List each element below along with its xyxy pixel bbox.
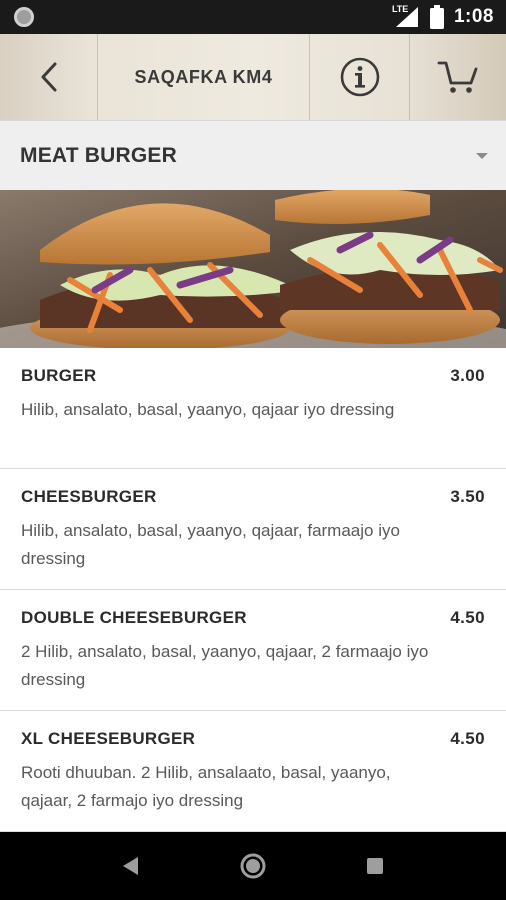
item-description: Hilib, ansalato, basal, yaanyo, qajaar, …: [21, 521, 400, 568]
back-button[interactable]: [0, 34, 98, 120]
app-bar: SAQAFKA KM4: [0, 34, 506, 120]
shopping-cart-icon: [437, 61, 478, 93]
nav-back-button[interactable]: [106, 841, 156, 891]
menu-item[interactable]: BURGER 3.00 Hilib, ansalato, basal, yaan…: [0, 348, 506, 469]
notification-icon: [14, 7, 34, 27]
status-bar: LTE 1:08: [0, 0, 506, 34]
category-title: MEAT BURGER: [20, 143, 177, 167]
item-description: Hilib, ansalato, basal, yaanyo, qajaar i…: [21, 400, 395, 419]
nav-home-button[interactable]: [228, 841, 278, 891]
status-left: [14, 7, 34, 27]
item-name: DOUBLE CHEESEBURGER: [21, 608, 247, 627]
item-header: CHEESBURGER 3.50: [21, 487, 485, 507]
menu-item[interactable]: CHEESBURGER 3.50 Hilib, ansalato, basal,…: [0, 469, 506, 590]
menu-item[interactable]: XL CHEESEBURGER 4.50 Rooti dhuuban. 2 Hi…: [0, 711, 506, 832]
info-button[interactable]: [310, 34, 410, 120]
nav-recents-button[interactable]: [350, 841, 400, 891]
signal-icon: LTE: [391, 4, 420, 28]
menu-item[interactable]: DOUBLE CHEESEBURGER 4.50 2 Hilib, ansala…: [0, 590, 506, 711]
info-circle-icon: [340, 57, 379, 97]
cart-button[interactable]: [410, 34, 506, 120]
item-header: BURGER 3.00: [21, 366, 485, 386]
item-header: DOUBLE CHEESEBURGER 4.50: [21, 608, 485, 628]
caret-down-icon: [476, 152, 488, 159]
item-name: CHEESBURGER: [21, 487, 157, 506]
menu-list: BURGER 3.00 Hilib, ansalato, basal, yaan…: [0, 348, 506, 832]
network-type: LTE: [391, 4, 409, 14]
page-title: SAQAFKA KM4: [134, 66, 273, 87]
burger-illustration: [0, 190, 506, 348]
item-name: BURGER: [21, 366, 97, 385]
item-price: 3.50: [450, 487, 485, 506]
item-price: 4.50: [450, 608, 485, 627]
item-header: XL CHEESEBURGER 4.50: [21, 729, 485, 749]
item-price: 4.50: [450, 729, 485, 748]
title-cell: SAQAFKA KM4: [98, 34, 310, 120]
nav-home-circle-icon: [240, 853, 266, 879]
item-description: Rooti dhuuban. 2 Hilib, ansalaato, basal…: [21, 763, 391, 810]
system-navigation-bar: [0, 832, 506, 900]
nav-back-triangle-icon: [123, 857, 138, 875]
nav-recents-square-icon: [367, 858, 383, 874]
item-price: 3.00: [450, 366, 485, 385]
chevron-left-icon: [41, 62, 56, 92]
item-description: 2 Hilib, ansalato, basal, yaanyo, qajaar…: [21, 642, 429, 689]
status-right: LTE 1:08: [391, 4, 494, 29]
battery-icon: [429, 5, 444, 29]
clock: 1:08: [453, 6, 494, 27]
item-name: XL CHEESEBURGER: [21, 729, 196, 748]
category-dropdown[interactable]: MEAT BURGER: [0, 120, 506, 190]
category-hero-image: [0, 190, 506, 348]
